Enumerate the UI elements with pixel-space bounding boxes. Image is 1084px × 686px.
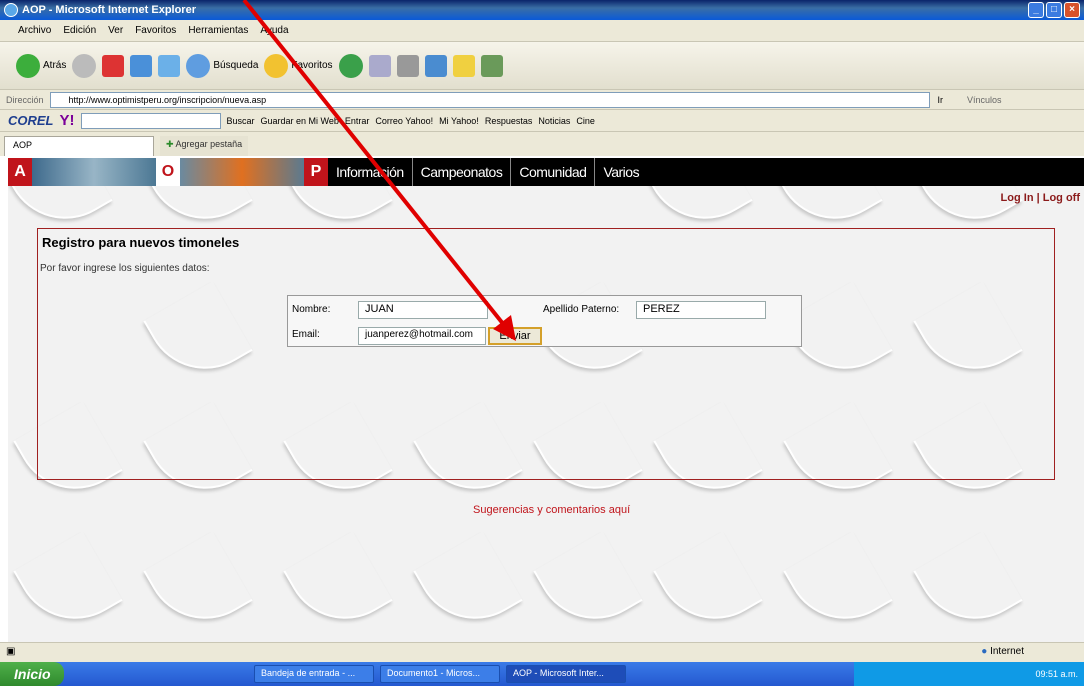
apellido-input[interactable]: PEREZ (636, 301, 766, 319)
taskbar: Inicio Bandeja de entrada - ... Document… (0, 662, 1084, 686)
refresh-button[interactable] (130, 54, 153, 77)
login-links[interactable]: Log In | Log off (1001, 192, 1080, 204)
home-button[interactable] (158, 54, 181, 77)
globe-icon: ● (981, 646, 991, 657)
corel-logo[interactable]: COREL (8, 113, 54, 128)
mi-yahoo-button[interactable]: Mi Yahoo! (439, 116, 479, 126)
nombre-input[interactable]: JUAN (358, 301, 488, 319)
menu-ayuda[interactable]: Ayuda (260, 25, 288, 36)
history-button[interactable] (338, 53, 363, 78)
form-title: Registro para nuevos timoneles (42, 235, 240, 250)
start-button[interactable]: Inicio (0, 662, 64, 686)
standard-toolbar: Atrás Búsqueda Favoritos (0, 42, 1084, 90)
window-title: AOP - Microsoft Internet Explorer (22, 4, 196, 16)
banner-image-1 (32, 158, 156, 186)
new-tab-button[interactable]: ✚ Agregar pestaña (160, 136, 249, 156)
task-aop[interactable]: AOP - Microsoft Inter... (506, 665, 626, 683)
menu-edicion[interactable]: Edición (63, 25, 96, 36)
address-input[interactable]: http://www.optimistperu.org/inscripcion/… (49, 91, 930, 108)
go-button[interactable]: Ir (938, 95, 944, 105)
registration-box: Registro para nuevos timoneles Por favor… (37, 228, 1055, 480)
page-content: Log In | Log off Registro para nuevos ti… (8, 186, 1084, 642)
system-tray: 09:51 a.m. (854, 662, 1084, 686)
guardar-button[interactable]: Guardar en Mi Web (261, 116, 339, 126)
links-button[interactable]: Vínculos (967, 95, 1002, 105)
minimize-button[interactable]: _ (1028, 2, 1044, 18)
noticias-button[interactable]: Noticias (538, 116, 570, 126)
suggestions-link[interactable]: Sugerencias y comentarios aquí (473, 504, 630, 516)
apellido-label: Apellido Paterno: (543, 304, 620, 315)
edit-button[interactable] (424, 54, 447, 77)
registration-form: Nombre: JUAN Apellido Paterno: PEREZ Ema… (287, 295, 802, 347)
stop-button[interactable] (102, 54, 125, 77)
email-label: Email: (292, 329, 320, 340)
star-icon (264, 53, 289, 78)
ie-icon (4, 3, 18, 17)
enviar-button[interactable]: Enviar (488, 327, 542, 345)
search-icon (186, 53, 211, 78)
tab-bar: AOP ✚ Agregar pestaña (0, 132, 1084, 156)
address-bar: Dirección http://www.optimistperu.org/in… (0, 90, 1084, 110)
buscar-button[interactable]: Buscar (227, 116, 255, 126)
print-button[interactable] (396, 54, 419, 77)
cine-button[interactable]: Cine (576, 116, 595, 126)
close-button[interactable]: × (1064, 2, 1080, 18)
window-title-bar[interactable]: AOP - Microsoft Internet Explorer _ □ × (0, 0, 1084, 20)
menu-favoritos[interactable]: Favoritos (135, 25, 176, 36)
folder-button[interactable] (452, 54, 475, 77)
menu-bar: Archivo Edición Ver Favoritos Herramient… (0, 20, 1084, 42)
menu-herramientas[interactable]: Herramientas (188, 25, 248, 36)
nombre-label: Nombre: (292, 304, 331, 315)
tab-aop[interactable]: AOP (4, 136, 154, 156)
nav-informacion[interactable]: Información (328, 158, 412, 186)
yahoo-logo[interactable]: Y! (60, 112, 75, 129)
nav-comunidad[interactable]: Comunidad (510, 158, 594, 186)
status-bar: ▣ ● Internet (0, 642, 1084, 662)
mail-button[interactable] (368, 54, 391, 77)
plus-icon: ✚ (166, 139, 176, 149)
nav-campeonatos[interactable]: Campeonatos (411, 158, 511, 186)
respuestas-button[interactable]: Respuestas (485, 116, 533, 126)
correo-button[interactable]: Correo Yahoo! (375, 116, 433, 126)
menu-ver[interactable]: Ver (108, 25, 123, 36)
entrar-button[interactable]: Entrar (345, 116, 370, 126)
page-icon: ▣ (6, 646, 16, 657)
back-button[interactable]: Atrás (16, 53, 66, 78)
favorites-button[interactable]: Favoritos (264, 53, 333, 78)
clock: 09:51 a.m. (1035, 669, 1078, 679)
logo-letter-p: P (304, 158, 328, 186)
nav-varios[interactable]: Varios (594, 158, 647, 186)
form-subtitle: Por favor ingrese los siguientes datos: (40, 263, 210, 274)
logo-letter-a: A (8, 158, 32, 186)
corel-yahoo-toolbar: COREL Y! Buscar Guardar en Mi Web Entrar… (0, 110, 1084, 132)
logo-letter-o: O (156, 158, 180, 186)
security-zone: ● Internet (981, 646, 1024, 657)
address-label: Dirección (6, 94, 44, 105)
search-button[interactable]: Búsqueda (186, 53, 258, 78)
task-bandeja[interactable]: Bandeja de entrada - ... (254, 665, 374, 683)
banner-image-2 (180, 158, 304, 186)
forward-button[interactable] (72, 53, 97, 78)
email-input[interactable]: juanperez@hotmail.com (358, 327, 486, 345)
menu-archivo[interactable]: Archivo (18, 25, 51, 36)
messenger-button[interactable] (480, 54, 503, 77)
back-arrow-icon (16, 53, 40, 78)
yahoo-search-input[interactable] (80, 112, 221, 129)
task-documento[interactable]: Documento1 - Micros... (380, 665, 500, 683)
site-header: A O P Información Campeonatos Comunidad … (8, 158, 1084, 186)
maximize-button[interactable]: □ (1046, 2, 1062, 18)
